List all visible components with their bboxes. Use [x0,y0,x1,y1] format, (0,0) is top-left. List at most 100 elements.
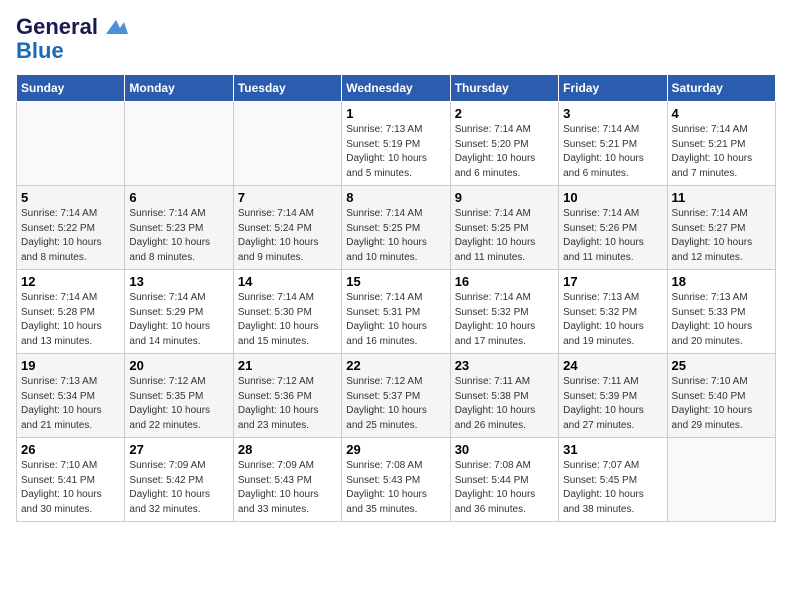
calendar-cell: 31 Sunrise: 7:07 AM Sunset: 5:45 PM Dayli… [559,438,667,522]
logo-text-blue: Blue [16,38,64,64]
day-number: 6 [129,190,228,205]
day-info: Sunrise: 7:14 AM Sunset: 5:25 PM Dayligh… [455,207,554,265]
day-number: 29 [346,442,445,457]
day-info: Sunrise: 7:14 AM Sunset: 5:22 PM Dayligh… [21,207,120,265]
calendar-cell [667,438,775,522]
logo-bird-icon [106,20,128,36]
day-number: 21 [238,358,337,373]
day-number: 5 [21,190,120,205]
day-info: Sunrise: 7:14 AM Sunset: 5:21 PM Dayligh… [672,123,771,181]
day-number: 28 [238,442,337,457]
day-info: Sunrise: 7:12 AM Sunset: 5:37 PM Dayligh… [346,375,445,433]
day-number: 30 [455,442,554,457]
day-number: 20 [129,358,228,373]
calendar-header-row: SundayMondayTuesdayWednesdayThursdayFrid… [17,75,776,102]
calendar-cell: 23Sunrise: 7:11 AM Sunset: 5:38 PM Dayli… [450,354,558,438]
day-number: 14 [238,274,337,289]
day-number: 17 [563,274,662,289]
calendar-cell: 25 Sunrise: 7:10 AM Sunset: 5:40 PM Dayli… [667,354,775,438]
day-info: Sunrise: 7:09 AM Sunset: 5:43 PM Dayligh… [238,459,337,517]
day-info: Sunrise: 7:14 AM Sunset: 5:27 PM Dayligh… [672,207,771,265]
calendar-cell: 30 Sunrise: 7:08 AM Sunset: 5:44 PM Dayli… [450,438,558,522]
col-header-tuesday: Tuesday [233,75,341,102]
col-header-thursday: Thursday [450,75,558,102]
day-number: 1 [346,106,445,121]
col-header-saturday: Saturday [667,75,775,102]
day-info: Sunrise: 7:08 AM Sunset: 5:44 PM Dayligh… [455,459,554,517]
calendar-cell: 2 Sunrise: 7:14 AM Sunset: 5:20 PM Daylig… [450,102,558,186]
day-info: Sunrise: 7:07 AM Sunset: 5:45 PM Dayligh… [563,459,662,517]
day-number: 26 [21,442,120,457]
day-info: Sunrise: 7:11 AM Sunset: 5:38 PM Dayligh… [455,375,554,433]
col-header-wednesday: Wednesday [342,75,450,102]
day-number: 22 [346,358,445,373]
calendar-cell: 14 Sunrise: 7:14 AM Sunset: 5:30 PM Dayli… [233,270,341,354]
day-number: 16 [455,274,554,289]
calendar-cell: 1 Sunrise: 7:13 AM Sunset: 5:19 PM Daylig… [342,102,450,186]
day-info: Sunrise: 7:14 AM Sunset: 5:30 PM Dayligh… [238,291,337,349]
day-info: Sunrise: 7:13 AM Sunset: 5:32 PM Dayligh… [563,291,662,349]
day-info: Sunrise: 7:14 AM Sunset: 5:21 PM Dayligh… [563,123,662,181]
day-number: 13 [129,274,228,289]
calendar-table: SundayMondayTuesdayWednesdayThursdayFrid… [16,74,776,522]
calendar-cell: 21 Sunrise: 7:12 AM Sunset: 5:36 PM Dayli… [233,354,341,438]
day-info: Sunrise: 7:13 AM Sunset: 5:33 PM Dayligh… [672,291,771,349]
calendar-cell: 27Sunrise: 7:09 AM Sunset: 5:42 PM Dayli… [125,438,233,522]
day-info: Sunrise: 7:14 AM Sunset: 5:26 PM Dayligh… [563,207,662,265]
calendar-cell: 20 Sunrise: 7:12 AM Sunset: 5:35 PM Dayli… [125,354,233,438]
day-info: Sunrise: 7:14 AM Sunset: 5:25 PM Dayligh… [346,207,445,265]
calendar-cell: 17 Sunrise: 7:13 AM Sunset: 5:32 PM Dayli… [559,270,667,354]
calendar-week-row: 19Sunrise: 7:13 AM Sunset: 5:34 PM Dayli… [17,354,776,438]
calendar-cell: 28 Sunrise: 7:09 AM Sunset: 5:43 PM Dayli… [233,438,341,522]
calendar-cell [17,102,125,186]
calendar-cell: 11 Sunrise: 7:14 AM Sunset: 5:27 PM Dayli… [667,186,775,270]
calendar-cell: 12Sunrise: 7:14 AM Sunset: 5:28 PM Dayli… [17,270,125,354]
day-number: 10 [563,190,662,205]
day-number: 15 [346,274,445,289]
col-header-sunday: Sunday [17,75,125,102]
calendar-cell: 7Sunrise: 7:14 AM Sunset: 5:24 PM Daylig… [233,186,341,270]
calendar-cell: 6 Sunrise: 7:14 AM Sunset: 5:23 PM Daylig… [125,186,233,270]
day-number: 7 [238,190,337,205]
calendar-cell: 10 Sunrise: 7:14 AM Sunset: 5:26 PM Dayli… [559,186,667,270]
calendar-cell: 26 Sunrise: 7:10 AM Sunset: 5:41 PM Dayli… [17,438,125,522]
calendar-week-row: 26 Sunrise: 7:10 AM Sunset: 5:41 PM Dayli… [17,438,776,522]
day-info: Sunrise: 7:14 AM Sunset: 5:20 PM Dayligh… [455,123,554,181]
day-info: Sunrise: 7:12 AM Sunset: 5:35 PM Dayligh… [129,375,228,433]
calendar-cell [233,102,341,186]
day-number: 11 [672,190,771,205]
calendar-cell: 3 Sunrise: 7:14 AM Sunset: 5:21 PM Daylig… [559,102,667,186]
day-number: 31 [563,442,662,457]
calendar-week-row: 5 Sunrise: 7:14 AM Sunset: 5:22 PM Daylig… [17,186,776,270]
day-info: Sunrise: 7:12 AM Sunset: 5:36 PM Dayligh… [238,375,337,433]
logo-text-general: General [16,16,128,38]
col-header-monday: Monday [125,75,233,102]
calendar-cell [125,102,233,186]
day-info: Sunrise: 7:14 AM Sunset: 5:23 PM Dayligh… [129,207,228,265]
calendar-cell: 18 Sunrise: 7:13 AM Sunset: 5:33 PM Dayli… [667,270,775,354]
day-number: 8 [346,190,445,205]
day-info: Sunrise: 7:14 AM Sunset: 5:31 PM Dayligh… [346,291,445,349]
day-number: 9 [455,190,554,205]
day-number: 12 [21,274,120,289]
calendar-cell: 24Sunrise: 7:11 AM Sunset: 5:39 PM Dayli… [559,354,667,438]
calendar-cell: 19Sunrise: 7:13 AM Sunset: 5:34 PM Dayli… [17,354,125,438]
day-info: Sunrise: 7:10 AM Sunset: 5:41 PM Dayligh… [21,459,120,517]
day-info: Sunrise: 7:10 AM Sunset: 5:40 PM Dayligh… [672,375,771,433]
day-number: 18 [672,274,771,289]
calendar-cell: 16Sunrise: 7:14 AM Sunset: 5:32 PM Dayli… [450,270,558,354]
day-info: Sunrise: 7:13 AM Sunset: 5:19 PM Dayligh… [346,123,445,181]
day-info: Sunrise: 7:13 AM Sunset: 5:34 PM Dayligh… [21,375,120,433]
calendar-cell: 5 Sunrise: 7:14 AM Sunset: 5:22 PM Daylig… [17,186,125,270]
calendar-cell: 22 Sunrise: 7:12 AM Sunset: 5:37 PM Dayli… [342,354,450,438]
day-info: Sunrise: 7:14 AM Sunset: 5:29 PM Dayligh… [129,291,228,349]
calendar-cell: 8 Sunrise: 7:14 AM Sunset: 5:25 PM Daylig… [342,186,450,270]
calendar-week-row: 12Sunrise: 7:14 AM Sunset: 5:28 PM Dayli… [17,270,776,354]
day-number: 27 [129,442,228,457]
col-header-friday: Friday [559,75,667,102]
logo: General Blue [16,16,128,64]
day-number: 25 [672,358,771,373]
day-number: 3 [563,106,662,121]
day-number: 4 [672,106,771,121]
day-number: 2 [455,106,554,121]
